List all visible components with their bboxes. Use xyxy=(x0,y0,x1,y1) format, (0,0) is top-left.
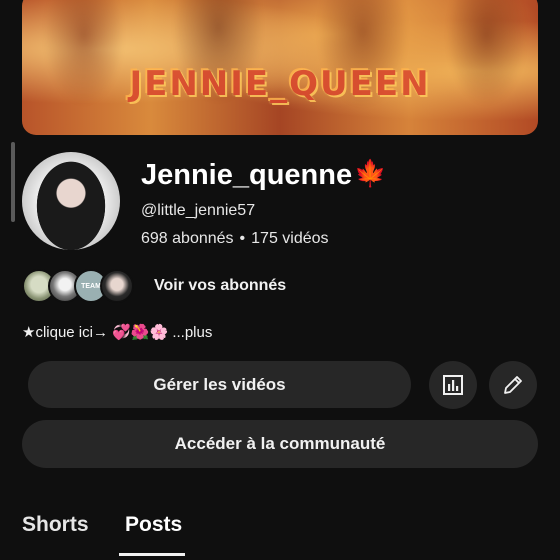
channel-name-text: Jennie_quenne xyxy=(141,159,353,191)
scroll-indicator[interactable] xyxy=(11,142,15,222)
banner-text: JENNIE_QUEEN xyxy=(129,64,431,104)
channel-name: Jennie_quenne🍁 xyxy=(141,158,387,192)
channel-avatar[interactable] xyxy=(22,152,120,250)
edit-channel-button[interactable] xyxy=(489,361,537,409)
analytics-button[interactable] xyxy=(429,361,477,409)
channel-stats: 698 abonnés • 175 vidéos xyxy=(141,230,329,248)
manage-videos-button[interactable]: Gérer les vidéos xyxy=(28,361,411,408)
subscriber-avatar xyxy=(100,269,134,303)
channel-description[interactable]: ★clique ici→ 💞🌺🌸 ...plus xyxy=(22,323,212,341)
channel-banner: JENNIE_QUEEN xyxy=(22,0,538,135)
analytics-icon xyxy=(443,375,463,395)
view-subscribers-link[interactable]: Voir vos abonnés xyxy=(154,277,286,295)
stats-separator: • xyxy=(239,230,246,247)
tab-posts[interactable]: Posts xyxy=(125,513,182,537)
video-count: 175 vidéos xyxy=(251,230,329,247)
subscribers-row[interactable]: TEAM Voir vos abonnés xyxy=(22,268,286,304)
maple-leaf-icon: 🍁 xyxy=(354,158,387,188)
tab-shorts[interactable]: Shorts xyxy=(22,513,89,537)
pencil-icon xyxy=(504,376,522,394)
selected-tab-indicator xyxy=(119,553,185,556)
community-button[interactable]: Accéder à la communauté xyxy=(22,420,538,468)
channel-tabs: Shorts Posts xyxy=(0,505,560,560)
channel-handle: @little_jennie57 xyxy=(141,202,256,219)
subscriber-count: 698 abonnés xyxy=(141,230,234,247)
